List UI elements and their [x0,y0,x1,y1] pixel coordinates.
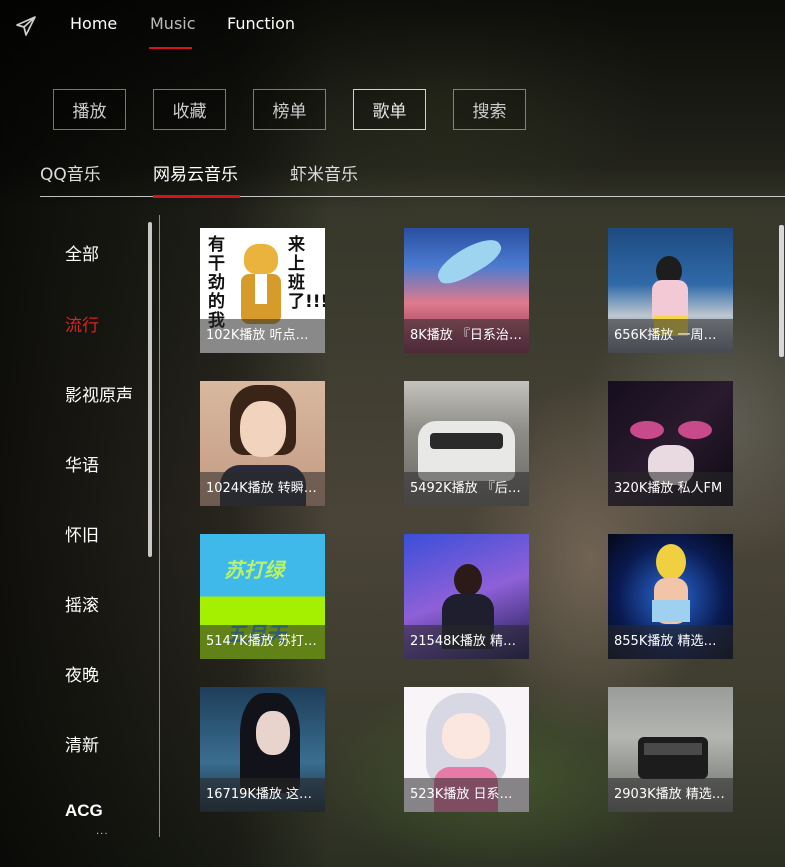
playlist-card[interactable]: 8K播放 『日系治愈』 [404,228,529,353]
more-indicator: ... [96,826,109,837]
tab-xiami-music[interactable]: 虾米音乐 [290,160,358,185]
playlists-button[interactable]: 歌单 [353,89,426,130]
category-pop[interactable]: 流行 [65,311,99,336]
playlist-caption: 5147K播放 苏打绿 五月天 [200,625,325,659]
category-chinese[interactable]: 华语 [65,451,99,476]
play-button[interactable]: 播放 [53,89,126,130]
favorites-button[interactable]: 收藏 [153,89,226,130]
playlist-caption: 523K播放 日系动漫 [404,778,529,812]
nav-active-indicator [149,47,192,49]
playlist-card[interactable]: 656K播放 一周精选 [608,228,733,353]
category-acg[interactable]: ACG [65,801,103,821]
playlist-card[interactable]: 21548K播放 精选歌单 [404,534,529,659]
playlist-caption: 8K播放 『日系治愈』 [404,319,529,353]
category-all[interactable]: 全部 [65,240,99,265]
playlist-card[interactable]: 有干劲的我 来上班了!!! 102K播放 听点什么 [200,228,325,353]
playlist-card[interactable]: 苏打绿 五月天 5147K播放 苏打绿 五月天 [200,534,325,659]
playlist-scrollbar[interactable] [779,225,784,357]
tab-divider [40,196,785,197]
playlist-caption: 320K播放 私人FM [608,472,733,506]
tab-netease-music[interactable]: 网易云音乐 [153,160,238,185]
nav-home[interactable]: Home [70,14,117,33]
category-divider [159,215,160,837]
playlist-caption: 16719K播放 这些歌曲 [200,778,325,812]
playlist-card[interactable]: 2903K播放 精选歌单 [608,687,733,812]
playlist-caption: 656K播放 一周精选 [608,319,733,353]
category-fresh[interactable]: 清新 [65,731,99,756]
playlist-card[interactable]: 5492K播放 『后摇』 [404,381,529,506]
playlist-caption: 21548K播放 精选歌单 [404,625,529,659]
nav-function[interactable]: Function [227,14,295,33]
search-button[interactable]: 搜索 [453,89,526,130]
playlist-card[interactable]: 320K播放 私人FM [608,381,733,506]
nav-music[interactable]: Music [150,14,196,33]
tab-active-indicator [153,195,240,198]
playlist-card[interactable]: 855K播放 精选歌单 [608,534,733,659]
category-soundtrack[interactable]: 影视原声 [65,381,133,406]
category-night[interactable]: 夜晚 [65,661,99,686]
playlist-card[interactable]: 1024K播放 转瞬即逝 [200,381,325,506]
playlist-card[interactable]: 16719K播放 这些歌曲 [200,687,325,812]
playlist-caption: 2903K播放 精选歌单 [608,778,733,812]
playlist-caption: 5492K播放 『后摇』 [404,472,529,506]
charts-button[interactable]: 榜单 [253,89,326,130]
paper-plane-icon[interactable] [14,14,38,38]
category-rock[interactable]: 摇滚 [65,591,99,616]
playlist-caption: 102K播放 听点什么 [200,319,325,353]
playlist-card[interactable]: 523K播放 日系动漫 [404,687,529,812]
category-nostalgia[interactable]: 怀旧 [65,521,99,546]
playlist-caption: 855K播放 精选歌单 [608,625,733,659]
tab-qq-music[interactable]: QQ音乐 [40,160,101,185]
category-scrollbar[interactable] [148,222,152,557]
playlist-caption: 1024K播放 转瞬即逝 [200,472,325,506]
